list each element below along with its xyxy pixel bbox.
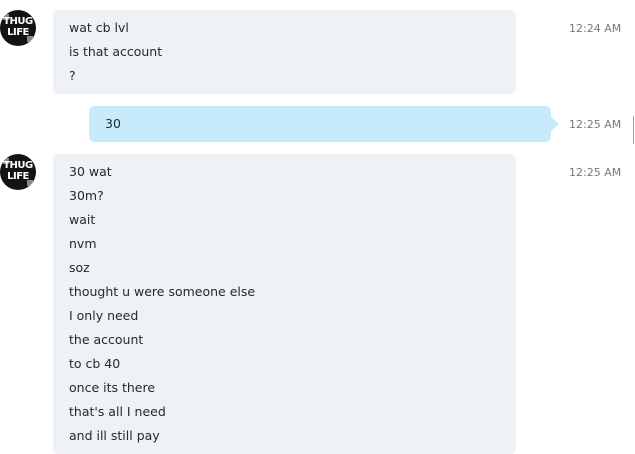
message-line: wat cb lvl xyxy=(69,20,129,35)
message-line: nvm xyxy=(69,236,97,251)
message-line: ? xyxy=(69,68,76,83)
contact-avatar[interactable]: THUG LIFE xyxy=(0,10,36,46)
avatar-logo-text: LIFE xyxy=(7,171,29,182)
avatar-logo-text: THUG xyxy=(3,16,33,27)
message-line: I only need xyxy=(69,308,139,323)
message-line: that's all I need xyxy=(69,404,166,419)
message-line: 30 xyxy=(105,116,121,131)
chat-conversation: THUG LIFE wat cb lvl is that account ? 1… xyxy=(0,0,635,454)
message-line: the account xyxy=(69,332,144,347)
contact-avatar[interactable]: THUG LIFE xyxy=(0,154,36,190)
message-line: 30m? xyxy=(69,188,104,203)
message-line: soz xyxy=(69,260,90,275)
message-line: 30 wat xyxy=(69,164,112,179)
message-timestamp: 12:25 AM xyxy=(569,118,622,131)
message-line: once its there xyxy=(69,380,156,395)
avatar-logo-text: THUG xyxy=(3,160,33,171)
incoming-message-bubble[interactable]: 30 wat 30m? wait nvm soz thought u were … xyxy=(53,154,516,454)
message-timestamp: 12:25 AM xyxy=(569,166,622,179)
message-line: and ill still pay xyxy=(69,428,160,443)
message-line: to cb 40 xyxy=(69,356,121,371)
outgoing-bubble-tail xyxy=(551,117,559,131)
avatar-logo-text: LIFE xyxy=(7,27,29,38)
scrollbar-edge[interactable] xyxy=(633,116,634,144)
message-line: thought u were someone else xyxy=(69,284,256,299)
message-line: is that account xyxy=(69,44,163,59)
outgoing-message-bubble[interactable]: 30 xyxy=(89,106,551,142)
message-timestamp: 12:24 AM xyxy=(569,22,622,35)
incoming-message-bubble[interactable]: wat cb lvl is that account ? xyxy=(53,10,516,94)
message-line: wait xyxy=(69,212,96,227)
